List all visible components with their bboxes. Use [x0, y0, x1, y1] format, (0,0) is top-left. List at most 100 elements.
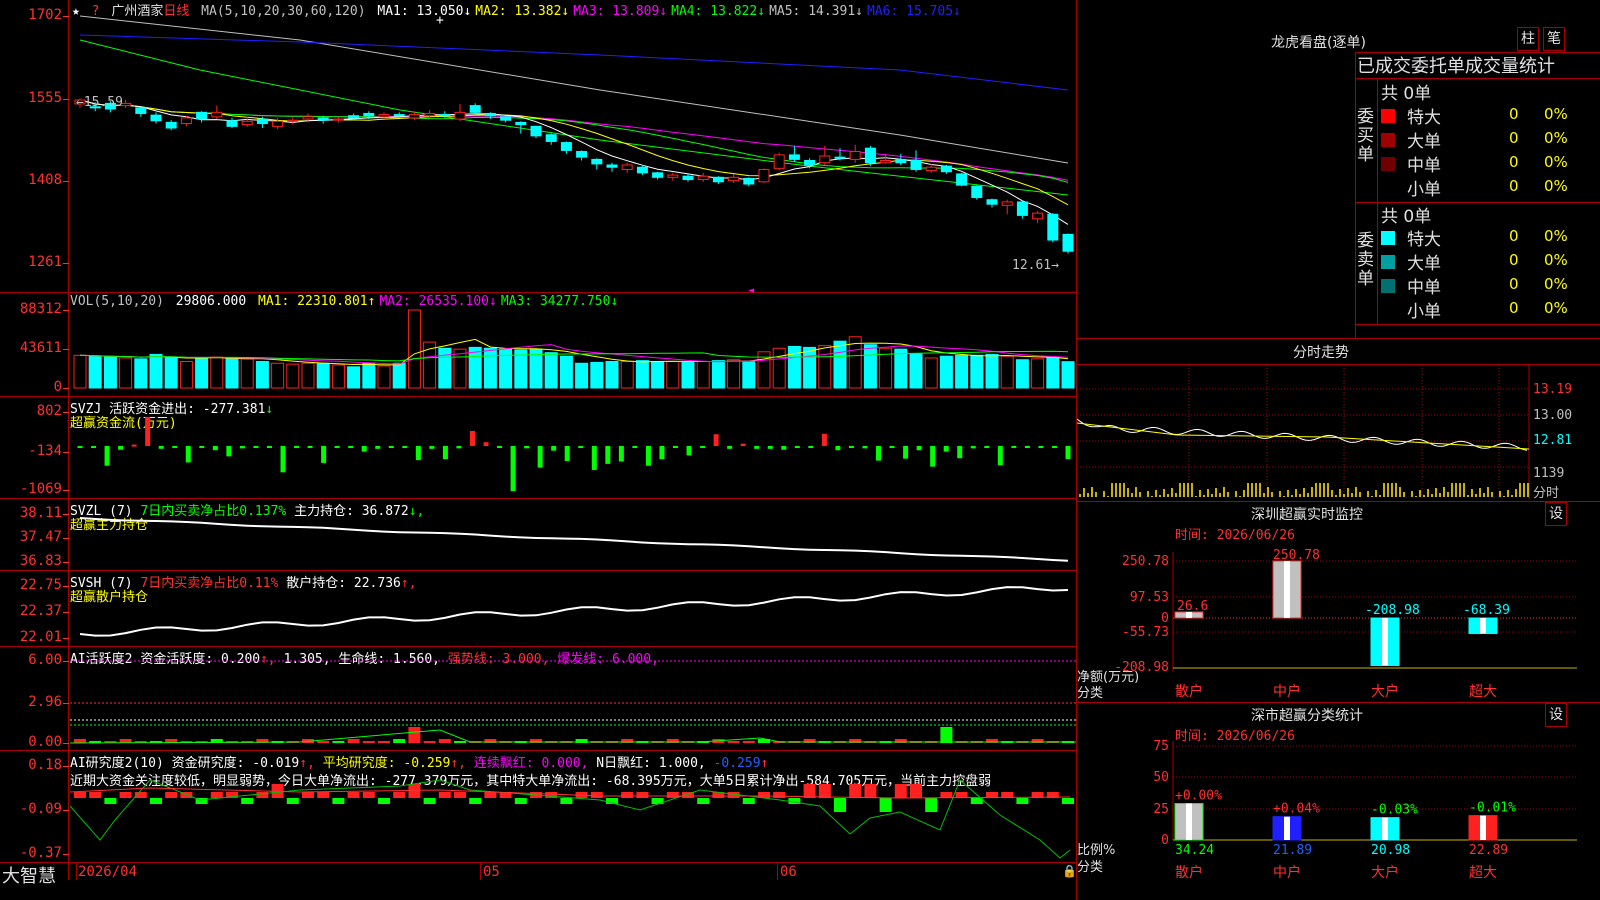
volume-bar	[742, 361, 756, 389]
candle	[788, 154, 800, 160]
svzj-bar	[876, 446, 882, 461]
buy-row-name-3: 小单	[1407, 180, 1441, 200]
sell-row-pct-3: 0%	[1544, 299, 1568, 317]
candle	[697, 175, 709, 181]
volume-bar	[681, 361, 695, 389]
lhb-bar-button[interactable]: 柱	[1517, 27, 1539, 51]
classify-chart[interactable]: 75 50 25 0 +0.00% 34.24 散户 +0.04% 21.89 中户 -0.03% 2…	[1077, 703, 1600, 900]
svzj-bar	[118, 446, 124, 450]
intraday-vol-bar	[1283, 496, 1285, 497]
svzj-bar	[483, 442, 489, 446]
ai-active-bar	[393, 739, 406, 743]
buy-row-pct-3: 0%	[1544, 177, 1568, 195]
svzj-bar	[754, 446, 760, 449]
intraday-vol-bar	[1479, 488, 1481, 497]
svzj-bar	[537, 446, 543, 468]
ai-active-bar	[940, 727, 953, 743]
volume-bar	[331, 364, 345, 389]
ai-research-bar	[150, 798, 162, 804]
svzj-bar	[916, 446, 922, 451]
intraday-vol-bar	[1299, 494, 1301, 497]
candle	[940, 165, 952, 173]
sell-row-name-0: 特大	[1407, 230, 1441, 250]
intraday-vol-bar	[1191, 483, 1193, 497]
intraday-vol-bar	[1271, 492, 1273, 497]
chart-area[interactable]: ★ ? 广州酒家日线 MA(5,10,20,30,60,120) MA1: 13…	[0, 0, 1077, 900]
volume-bar	[970, 354, 984, 389]
ai-active-bar	[454, 741, 466, 743]
candle	[667, 174, 679, 178]
volume-bar	[1061, 361, 1075, 389]
chart-canvas[interactable]: +◄	[0, 0, 1076, 900]
intraday-vol-bar	[1251, 483, 1253, 497]
intraday-vol-bar	[1523, 483, 1525, 497]
svzj-bar	[997, 446, 1003, 466]
monitor-panel: 深圳超赢实时监控 设 时间: 2026/06/26 净额(万元) 分类 250.…	[1077, 502, 1600, 702]
svzj-bar	[1011, 446, 1017, 448]
lhb-title: 龙虎看盘(逐单)	[1271, 35, 1366, 51]
buy-row-pct-0: 0%	[1544, 105, 1568, 123]
buy-label: 委买单	[1357, 107, 1374, 165]
volume-bar	[620, 361, 634, 389]
intraday-vol-bar	[1171, 488, 1173, 497]
ai-research-bar	[119, 792, 132, 798]
intraday-vol-bar	[1439, 493, 1441, 497]
intraday-vol-bar	[1455, 483, 1457, 497]
intraday-vol-bar	[1415, 496, 1417, 497]
buy-row-count-0: 0	[1509, 105, 1519, 123]
volume-bar	[544, 352, 558, 389]
cursor-marker: ◄	[748, 285, 754, 296]
candle	[728, 176, 740, 182]
intraday-vol-bar	[1103, 491, 1105, 497]
candle	[682, 175, 694, 181]
intraday-vol-bar	[1135, 487, 1137, 497]
intraday-vol-bar	[1467, 495, 1469, 497]
ai-research-bar	[849, 784, 862, 798]
svzj-bar	[740, 443, 746, 446]
intraday-vol-bar	[1395, 483, 1397, 497]
svzl-line	[79, 517, 1069, 562]
intraday-vol-bar	[1115, 483, 1117, 497]
ai-research-bar	[408, 784, 421, 798]
intraday-vol-bar	[1383, 483, 1385, 497]
sell-total: 共 0单	[1381, 207, 1432, 227]
svzj-bar	[1065, 446, 1071, 460]
svzj-bar	[456, 446, 462, 449]
intraday-panel[interactable]: 分时走势 13.19 13.00 12.81 1139 分时	[1077, 339, 1600, 501]
svzj-bar	[334, 446, 340, 448]
volume-bar	[1000, 355, 1014, 389]
intraday-vol-bar	[1203, 495, 1205, 497]
sell-row-count-3: 0	[1509, 299, 1519, 317]
ai-research-bar	[241, 798, 254, 804]
ai-research-bar	[1062, 798, 1074, 804]
intraday-vol-bar	[1107, 496, 1109, 497]
candle	[332, 118, 344, 121]
buy-row-swatch-3	[1381, 181, 1395, 195]
intraday-vol-bar	[1403, 492, 1405, 497]
svzj-bar	[131, 444, 137, 447]
monitor-cat-3: 超大	[1469, 684, 1497, 700]
monitor-chart[interactable]: 250.78 97.53 0-55.73 -208.98 26.6 散户 250.78 中户 -…	[1077, 502, 1600, 702]
svzj-bar	[970, 446, 976, 449]
classify-panel: 深市超赢分类统计 设 时间: 2026/06/26 比例% 分类 75 50 25 0…	[1077, 703, 1600, 900]
intraday-vol-bar	[1307, 493, 1309, 497]
last-price-label: 12.61→	[1012, 258, 1059, 273]
volume-bar	[362, 362, 376, 389]
candle	[895, 158, 907, 164]
lhb-tick-button[interactable]: 笔	[1543, 27, 1565, 51]
svzj-bar	[835, 446, 841, 451]
sell-row-name-3: 小单	[1407, 302, 1441, 322]
candle	[849, 151, 861, 160]
volume-bar	[347, 366, 361, 389]
svzj-bar	[226, 446, 232, 457]
svzj-bar	[280, 446, 286, 473]
intraday-vol-bar	[1227, 492, 1229, 497]
ai-research-bar	[514, 798, 527, 804]
lhb-header: 已成交委托单成交量统计	[1357, 56, 1555, 77]
intraday-chart[interactable]	[1077, 339, 1600, 501]
intraday-vol-bar	[1247, 483, 1249, 497]
candle	[424, 112, 436, 117]
svzj-bar	[848, 446, 854, 448]
intraday-vol-bar	[1355, 487, 1357, 497]
intraday-vol-bar	[1331, 490, 1333, 497]
